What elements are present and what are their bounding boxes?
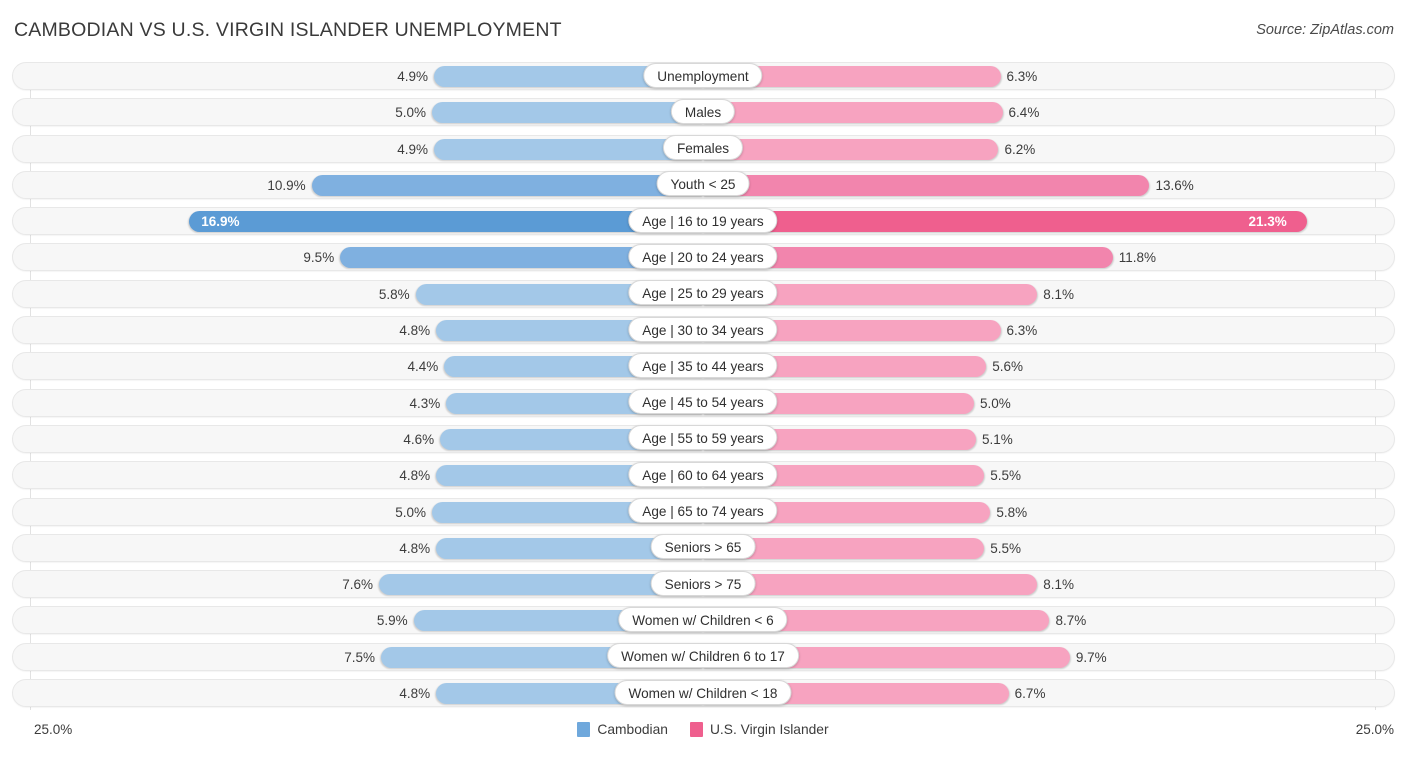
chart-row: 4.4% 5.6% Age | 35 to 44 years: [0, 348, 1406, 384]
value-label-cambodian: 4.9%: [397, 69, 429, 84]
chart-row: 4.9% 6.3% Unemployment: [0, 58, 1406, 94]
legend-item[interactable]: U.S. Virgin Islander: [689, 722, 829, 737]
chart-row: 9.5% 11.8% Age | 20 to 24 years: [0, 239, 1406, 275]
value-label-us-virgin-islander: 6.3%: [1006, 323, 1038, 339]
row-category-label[interactable]: Age | 55 to 59 years: [628, 425, 778, 451]
bar-cambodian[interactable]: [432, 102, 703, 124]
chart-footer: 25.0% 25.0% Cambodian U.S. Virgin Islande…: [0, 713, 1406, 757]
chart-row: 7.6% 8.1% Seniors > 75: [0, 566, 1406, 602]
legend-label: U.S. Virgin Islander: [709, 722, 829, 737]
bar-us-virgin-islander[interactable]: [703, 138, 999, 160]
value-label-cambodian: 4.8%: [399, 468, 431, 484]
chart-plot-area: 4.9% 6.3% Unemployment 5.0% 6.4% Males 4.9% 6.2…: [0, 58, 1406, 713]
row-category-label[interactable]: Age | 16 to 19 years: [628, 207, 778, 233]
chart-row: 5.8% 8.1% Age | 25 to 29 years: [0, 276, 1406, 312]
value-label-us-virgin-islander: 8.1%: [1043, 577, 1075, 593]
chart-row: 16.9% 21.3% Age | 16 to 19 years: [0, 203, 1406, 239]
bar-cambodian[interactable]: [311, 174, 703, 196]
row-category-label[interactable]: Age | 65 to 74 years: [628, 498, 778, 524]
row-category-label[interactable]: Age | 25 to 29 years: [628, 280, 778, 306]
value-label-us-virgin-islander: 5.5%: [990, 468, 1021, 484]
legend-label: Cambodian: [597, 722, 668, 737]
row-category-label[interactable]: Women w/ Children < 18: [614, 679, 792, 705]
value-label-cambodian: 9.5%: [303, 250, 335, 266]
value-label-cambodian: 5.0%: [395, 504, 426, 520]
chart-legend: Cambodian U.S. Virgin Islander: [0, 722, 1406, 737]
value-label-us-virgin-islander: 13.6%: [1155, 177, 1194, 193]
row-category-label[interactable]: Women w/ Children 6 to 17: [607, 643, 799, 669]
legend-swatch-icon: [577, 722, 591, 737]
row-category-label[interactable]: Age | 45 to 54 years: [628, 389, 778, 415]
value-label-cambodian: 4.6%: [403, 431, 435, 447]
chart-row: 7.5% 9.7% Women w/ Children 6 to 17: [0, 639, 1406, 675]
value-label-cambodian: 5.9%: [376, 613, 408, 629]
value-label-us-virgin-islander: 5.6%: [992, 359, 1024, 375]
row-category-label[interactable]: Women w/ Children < 6: [618, 606, 788, 632]
chart-rows: 4.9% 6.3% Unemployment 5.0% 6.4% Males 4.9% 6.2…: [0, 58, 1406, 711]
bar-cambodian[interactable]: [189, 211, 703, 233]
value-label-us-virgin-islander: 6.3%: [1006, 69, 1038, 84]
value-label-us-virgin-islander: 5.5%: [990, 540, 1021, 556]
chart-row: 4.8% 6.3% Age | 30 to 34 years: [0, 312, 1406, 348]
row-category-label[interactable]: Age | 35 to 44 years: [628, 352, 778, 378]
value-label-cambodian: 4.8%: [399, 323, 431, 339]
chart-row: 5.0% 5.8% Age | 65 to 74 years: [0, 494, 1406, 530]
value-label-us-virgin-islander: 6.2%: [1004, 141, 1036, 157]
value-label-us-virgin-islander: 5.1%: [982, 431, 1013, 447]
value-label-us-virgin-islander: 5.0%: [980, 395, 1011, 411]
row-category-label[interactable]: Unemployment: [643, 62, 763, 88]
value-label-us-virgin-islander: 6.4%: [1008, 105, 1040, 121]
row-category-label[interactable]: Age | 30 to 34 years: [628, 316, 778, 342]
row-category-label[interactable]: Youth < 25: [656, 171, 750, 197]
chart-row: 4.8% 5.5% Seniors > 65: [0, 530, 1406, 566]
legend-swatch-icon: [689, 722, 703, 737]
chart-row: 4.9% 6.2% Females: [0, 131, 1406, 167]
chart-row: 5.0% 6.4% Males: [0, 94, 1406, 130]
value-label-us-virgin-islander: 9.7%: [1075, 649, 1107, 665]
source-attribution: Source: ZipAtlas.com: [1256, 22, 1394, 38]
value-label-cambodian: 5.8%: [378, 286, 410, 302]
row-category-label[interactable]: Seniors > 65: [650, 534, 756, 560]
value-label-us-virgin-islander: 8.1%: [1043, 286, 1075, 302]
value-label-cambodian: 7.6%: [342, 577, 373, 593]
value-label-cambodian: 7.5%: [344, 649, 375, 665]
value-label-cambodian: 10.9%: [267, 177, 306, 193]
value-label-cambodian: 16.9%: [201, 214, 240, 230]
value-label-cambodian: 4.3%: [409, 395, 441, 411]
value-label-cambodian: 4.8%: [399, 686, 431, 702]
value-label-cambodian: 4.8%: [399, 540, 431, 556]
chart-row: 4.3% 5.0% Age | 45 to 54 years: [0, 385, 1406, 421]
value-label-us-virgin-islander: 5.8%: [996, 504, 1028, 520]
bar-us-virgin-islander[interactable]: [703, 174, 1150, 196]
value-label-cambodian: 4.9%: [397, 141, 429, 157]
bar-us-virgin-islander[interactable]: [703, 102, 1003, 124]
chart-row: 4.8% 5.5% Age | 60 to 64 years: [0, 457, 1406, 493]
row-category-label[interactable]: Males: [670, 98, 736, 124]
row-category-label[interactable]: Age | 60 to 64 years: [628, 461, 778, 487]
value-label-cambodian: 4.4%: [407, 359, 439, 375]
value-label-us-virgin-islander: 8.7%: [1055, 613, 1087, 629]
chart-row: 4.8% 6.7% Women w/ Children < 18: [0, 675, 1406, 711]
chart-row: 5.9% 8.7% Women w/ Children < 6: [0, 602, 1406, 638]
row-category-label[interactable]: Seniors > 75: [650, 570, 756, 596]
legend-item[interactable]: Cambodian: [577, 722, 668, 737]
page-title: CAMBODIAN VS U.S. VIRGIN ISLANDER UNEMPL…: [14, 19, 562, 41]
value-label-cambodian: 5.0%: [395, 105, 426, 121]
value-label-us-virgin-islander: 21.3%: [1248, 214, 1287, 230]
row-category-label[interactable]: Females: [662, 135, 744, 161]
row-category-label[interactable]: Age | 20 to 24 years: [628, 243, 778, 269]
bar-us-virgin-islander[interactable]: [703, 211, 1307, 233]
value-label-us-virgin-islander: 6.7%: [1014, 686, 1046, 702]
chart-header: CAMBODIAN VS U.S. VIRGIN ISLANDER UNEMPL…: [0, 0, 1406, 58]
value-label-us-virgin-islander: 11.8%: [1118, 250, 1156, 266]
chart-row: 4.6% 5.1% Age | 55 to 59 years: [0, 421, 1406, 457]
chart-row: 10.9% 13.6% Youth < 25: [0, 167, 1406, 203]
